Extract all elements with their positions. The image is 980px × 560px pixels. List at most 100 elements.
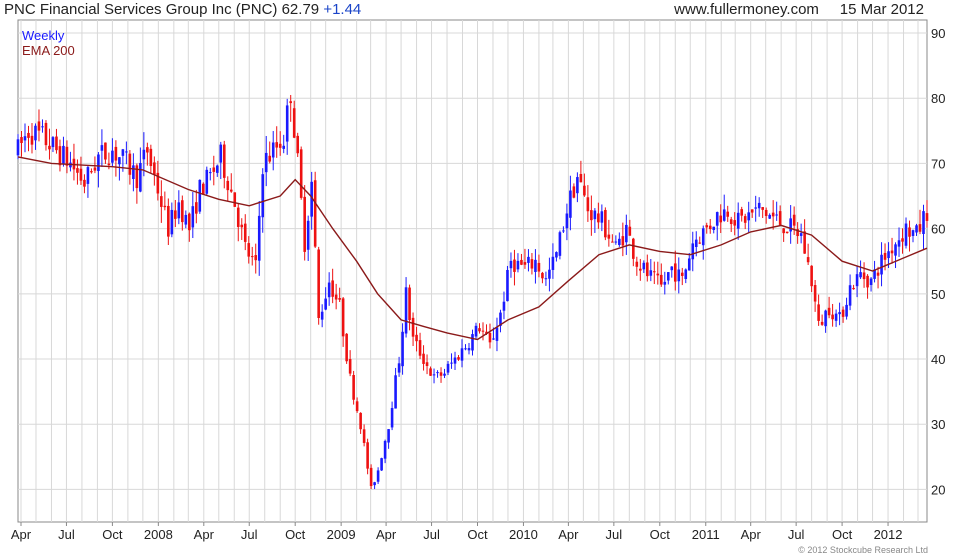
- candle-body: [422, 353, 425, 364]
- candle-body: [222, 144, 226, 178]
- candle-body: [918, 224, 922, 232]
- candle-body: [719, 215, 723, 223]
- candle-body: [537, 262, 541, 272]
- candle-body: [429, 368, 432, 376]
- candle-body: [523, 262, 527, 265]
- candle-body: [673, 263, 677, 282]
- candle-body: [799, 233, 803, 236]
- candle-body: [23, 136, 27, 141]
- candle-body: [708, 225, 712, 230]
- candle-body: [181, 200, 184, 223]
- candle-body: [694, 239, 698, 247]
- candle-body: [736, 212, 740, 229]
- candle-body: [34, 125, 37, 141]
- candle-body: [712, 226, 716, 230]
- candle-body: [555, 252, 558, 258]
- candle-body: [111, 150, 114, 163]
- candle-body: [153, 162, 156, 176]
- candle-body: [869, 278, 873, 285]
- candle-body: [904, 223, 908, 246]
- candle-body: [894, 244, 897, 256]
- candle-body: [327, 282, 331, 298]
- candle-body: [464, 348, 467, 350]
- candle-body: [743, 216, 747, 223]
- candle-body: [600, 211, 604, 223]
- candle-body: [432, 374, 436, 376]
- candle-body: [698, 242, 702, 244]
- candle-body: [247, 243, 251, 257]
- x-tick-label: 2008: [144, 527, 173, 542]
- y-tick-label: 60: [931, 222, 945, 237]
- candle-body: [705, 225, 709, 228]
- candle-body: [824, 310, 827, 327]
- candle-body: [646, 262, 649, 277]
- candle-body: [268, 155, 272, 162]
- candle-body: [901, 238, 904, 242]
- candle-body: [611, 241, 614, 243]
- candle-body: [275, 142, 279, 148]
- candle-body: [520, 259, 523, 265]
- candle-body: [621, 236, 625, 246]
- candle-body: [411, 317, 415, 337]
- candle-body: [453, 357, 457, 364]
- candle-body: [51, 137, 55, 148]
- candle-body: [541, 272, 544, 279]
- candle-body: [219, 144, 223, 163]
- candle-body: [233, 192, 237, 207]
- candle-body: [201, 183, 205, 195]
- candle-body: [177, 202, 181, 219]
- x-tick-label: 2010: [509, 527, 538, 542]
- candle-body: [733, 220, 737, 226]
- candle-body: [806, 257, 810, 263]
- candle-body: [471, 334, 474, 351]
- candle-body: [324, 298, 327, 310]
- candle-body: [687, 258, 691, 271]
- candle-body: [513, 259, 516, 272]
- candle-body: [380, 458, 383, 471]
- candle-body: [883, 252, 887, 260]
- candle-body: [775, 214, 778, 216]
- legend-item-weekly: Weekly: [22, 28, 65, 43]
- candle-body: [729, 219, 733, 225]
- candle-body: [240, 224, 244, 228]
- candle-body: [925, 213, 929, 221]
- candle-body: [76, 168, 79, 173]
- x-tick-label: Oct: [650, 527, 671, 542]
- candle-body: [614, 241, 618, 243]
- candle-body: [338, 298, 341, 300]
- candle-body: [205, 169, 209, 194]
- x-tick-label: Apr: [194, 527, 215, 542]
- candle-body: [488, 332, 492, 343]
- candle-body: [212, 167, 216, 172]
- candle-body: [362, 429, 366, 443]
- candle-body: [859, 272, 862, 278]
- candle-body: [170, 209, 174, 235]
- candle-body: [167, 205, 170, 237]
- candle-body: [915, 225, 918, 233]
- candle-body: [562, 230, 565, 232]
- candle-body: [625, 224, 628, 243]
- y-tick-label: 30: [931, 417, 945, 432]
- candle-body: [188, 213, 191, 231]
- candle-body: [55, 136, 58, 151]
- candle-body: [569, 190, 572, 218]
- x-tick-label: 2009: [327, 527, 356, 542]
- candle-body: [534, 259, 537, 272]
- candle-body: [90, 171, 93, 173]
- candle-body: [79, 168, 83, 181]
- candle-body: [572, 186, 576, 198]
- candle-body: [768, 214, 771, 219]
- candle-body: [478, 328, 481, 332]
- x-tick-label: Oct: [285, 527, 306, 542]
- candle-body: [848, 285, 852, 306]
- candle-body: [813, 285, 817, 302]
- candle-body: [778, 211, 782, 225]
- candle-body: [492, 338, 495, 340]
- candle-body: [404, 287, 408, 334]
- candle-body: [397, 363, 401, 373]
- candle-body: [104, 142, 107, 160]
- candle-body: [764, 209, 768, 216]
- candle-body: [121, 149, 125, 156]
- x-tick-label: Apr: [558, 527, 579, 542]
- candle-body: [369, 467, 373, 487]
